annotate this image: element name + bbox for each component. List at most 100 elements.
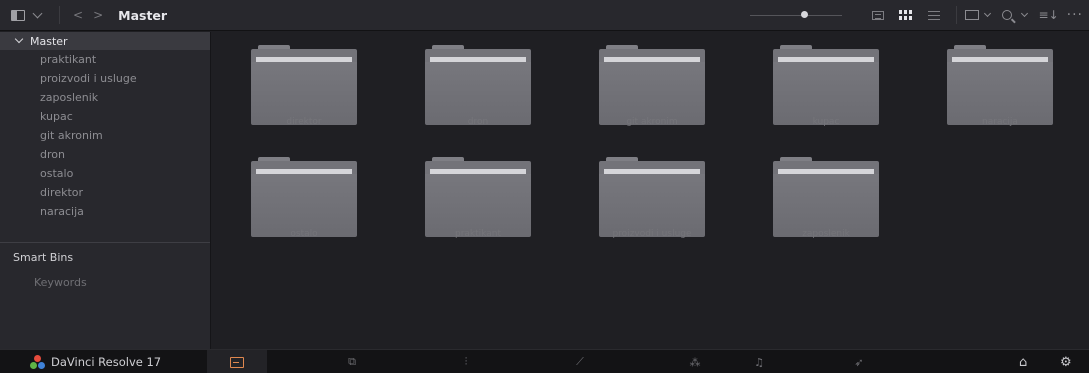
metadata-view-icon xyxy=(871,10,884,20)
page-tab-color[interactable]: ⁂ xyxy=(665,350,725,373)
cut-page-icon: ⧉ xyxy=(348,355,356,368)
search-icon xyxy=(1001,10,1012,20)
list-view-icon xyxy=(927,10,940,20)
bin-folder[interactable]: praktikant xyxy=(414,144,542,244)
slider-handle[interactable] xyxy=(800,11,808,18)
folder-icon xyxy=(773,45,879,125)
nav-back-button[interactable]: < xyxy=(73,8,83,22)
logo-dot-red xyxy=(34,355,41,362)
bin-folder[interactable]: dron xyxy=(414,32,542,132)
folder-icon xyxy=(251,157,357,237)
folder-front xyxy=(251,62,357,125)
bin-folder[interactable]: ostalo xyxy=(240,144,368,244)
thumbnail-view-button[interactable] xyxy=(892,4,920,26)
home-button[interactable]: ⌂ xyxy=(1019,350,1027,373)
bin-list: praktikant proizvodi i usluge zaposlenik ku… xyxy=(0,50,210,221)
settings-button[interactable]: ⚙ xyxy=(1060,350,1072,373)
chevron-down-icon[interactable] xyxy=(14,34,24,44)
folder-icon xyxy=(425,157,531,237)
folder-front xyxy=(251,174,357,237)
sidebar-divider xyxy=(0,242,210,243)
smart-bin-keywords[interactable]: Keywords xyxy=(34,276,87,289)
folder-front xyxy=(773,174,879,237)
chevron-down-icon xyxy=(1020,9,1028,18)
page-tab-fairlight[interactable]: ♫ xyxy=(729,350,789,373)
bin-folder-label: git akronim xyxy=(626,117,678,127)
toggle-bin-panel-button[interactable] xyxy=(11,4,51,26)
folder-front xyxy=(425,62,531,125)
folder-icon xyxy=(251,45,357,125)
sidebar-item-label: Master xyxy=(30,34,68,48)
bin-folder[interactable]: naracija xyxy=(936,32,1064,132)
sidebar-item-bin[interactable]: dron xyxy=(0,145,210,164)
sidebar-item-bin[interactable]: kupac xyxy=(0,107,210,126)
color-page-icon: ⁂ xyxy=(689,355,701,369)
page-tab-fusion[interactable]: ⟋ xyxy=(550,350,610,373)
sidebar-item-bin[interactable]: ostalo xyxy=(0,164,210,183)
app-name: DaVinci Resolve 17 xyxy=(51,355,162,369)
sidebar-item-bin[interactable]: proizvodi i usluge xyxy=(0,69,210,88)
sidebar-item-bin[interactable]: direktor xyxy=(0,183,210,202)
folder-icon xyxy=(425,45,531,125)
media-page-icon xyxy=(230,356,244,368)
fairlight-page-icon: ♫ xyxy=(754,355,764,369)
list-view-button[interactable] xyxy=(920,4,948,26)
slider-track xyxy=(749,15,842,16)
bin-folder-label: zaposlenik xyxy=(802,229,850,239)
bin-folder-label: ostalo xyxy=(290,229,318,239)
sidebar-item-bin[interactable]: git akronim xyxy=(0,126,210,145)
metadata-view-button[interactable] xyxy=(864,4,892,26)
page-tab-media[interactable] xyxy=(207,350,267,373)
viewer-layout-button[interactable] xyxy=(964,4,996,26)
grid-view-icon xyxy=(899,10,913,20)
chevron-down-icon xyxy=(32,8,43,18)
folder-front xyxy=(773,62,879,125)
bin-folder[interactable]: zaposlenik xyxy=(762,144,890,244)
page-tab-deliver[interactable]: ➶ xyxy=(829,350,889,373)
smart-bins-header[interactable]: Smart Bins xyxy=(13,251,73,264)
bin-folder[interactable]: direktor xyxy=(240,32,368,132)
nav-forward-button[interactable]: > xyxy=(93,8,103,22)
toolbar-divider xyxy=(955,6,957,24)
search-button[interactable] xyxy=(1001,4,1033,26)
bin-folder-label: direktor xyxy=(286,117,322,127)
current-bin-title: Master xyxy=(118,7,168,23)
bin-folder[interactable]: kupac xyxy=(762,32,890,132)
viewer-rect-icon xyxy=(964,10,979,20)
page-tab-cut[interactable]: ⧉ xyxy=(322,350,382,373)
bin-folder-label: kupac xyxy=(812,117,840,127)
bin-folder-label: naracija xyxy=(982,117,1018,127)
thumbnail-size-slider[interactable] xyxy=(749,8,842,22)
bin-folder[interactable]: proizvodi i usluge xyxy=(588,144,716,244)
sidebar-panel-icon xyxy=(11,9,25,21)
folder-icon xyxy=(773,157,879,237)
sidebar-item-bin[interactable]: praktikant xyxy=(0,50,210,69)
page-navigation-bar: DaVinci Resolve 17 ⌂ ⚙ ⧉ ⫶ ⟋ ⁂ ♫ ➶ xyxy=(0,349,1089,373)
folder-front xyxy=(599,62,705,125)
bin-folder-label: dron xyxy=(467,117,489,127)
sidebar-item-bin[interactable]: zaposlenik xyxy=(0,88,210,107)
folder-icon xyxy=(599,157,705,237)
toolbar-divider xyxy=(59,6,60,24)
sort-button[interactable]: ≡↓ xyxy=(1039,8,1059,22)
logo-dot-blue xyxy=(38,362,45,369)
sidebar-item-master[interactable]: Master xyxy=(0,32,210,50)
bin-folder-label: proizvodi i usluge xyxy=(612,229,692,239)
folder-front xyxy=(599,174,705,237)
davinci-logo-icon xyxy=(30,355,46,369)
bin-toolbar: < > Master ≡↓ ··· xyxy=(0,0,1089,31)
edit-page-icon: ⫶ xyxy=(464,355,468,368)
bin-folder[interactable]: git akronim xyxy=(588,32,716,132)
folder-icon xyxy=(599,45,705,125)
deliver-page-icon: ➶ xyxy=(854,355,864,369)
folder-front xyxy=(425,174,531,237)
chevron-down-icon xyxy=(983,9,991,18)
fusion-page-icon: ⟋ xyxy=(576,355,584,368)
folder-front xyxy=(947,62,1053,125)
sidebar-item-bin[interactable]: naracija xyxy=(0,202,210,221)
bin-grid: direktor dron git akronim kupac naracija osta… xyxy=(212,32,1089,349)
page-tab-edit[interactable]: ⫶ xyxy=(436,350,496,373)
logo-dot-green xyxy=(30,362,37,369)
more-options-button[interactable]: ··· xyxy=(1067,7,1083,23)
bin-sidebar: Master praktikant proizvodi i usluge zapos… xyxy=(0,32,211,349)
